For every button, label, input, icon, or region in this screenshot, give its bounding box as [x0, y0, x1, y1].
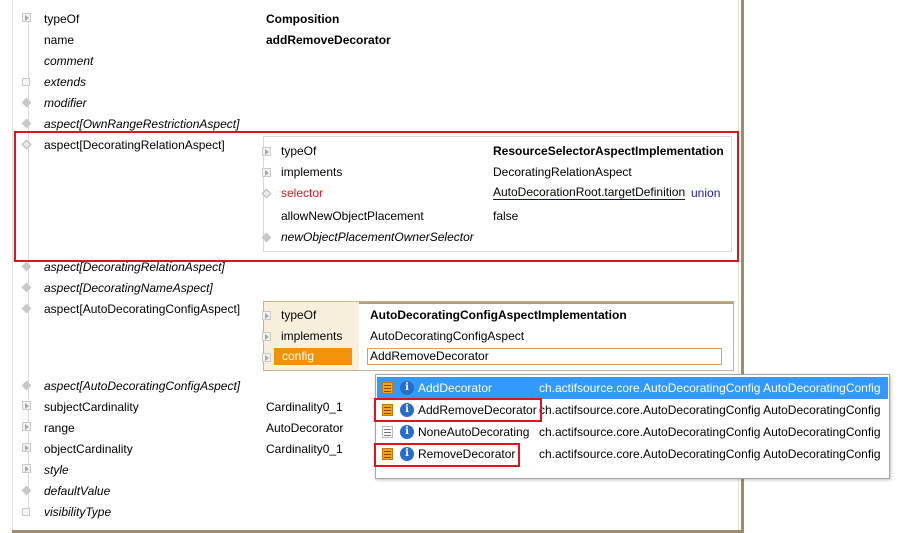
editor-left-border — [12, 0, 13, 533]
panel-row-value[interactable]: AutoDecoratingConfigAspectImplementation — [370, 308, 627, 322]
diamond-icon — [21, 303, 32, 315]
triangle-expand-icon[interactable] — [262, 351, 272, 363]
property-label: comment — [44, 54, 94, 68]
triangle-expand-icon[interactable] — [262, 309, 272, 321]
highlight-box-add-remove-decorator — [374, 398, 542, 422]
highlight-box-remove-decorator — [374, 443, 520, 467]
dropdown-item-path: ch.actifsource.core.AutoDecoratingConfig… — [539, 403, 881, 417]
panel-row-label: implements — [281, 329, 343, 343]
triangle-expand-icon[interactable] — [262, 330, 272, 342]
property-value[interactable]: AutoDecorator — [266, 421, 343, 435]
property-value[interactable]: Composition — [266, 12, 339, 26]
triangle-expand-icon[interactable] — [22, 422, 32, 434]
property-label: style — [44, 463, 69, 477]
diamond-icon — [21, 261, 32, 273]
property-row-aspect-decorating-name[interactable]: aspect[DecoratingNameAspect] — [21, 280, 213, 296]
property-row-name[interactable]: name addRemoveDecorator — [22, 32, 391, 48]
box-icon — [22, 76, 32, 88]
property-label: aspect[AutoDecoratingConfigAspect] — [44, 379, 241, 393]
triangle-expand-icon[interactable] — [22, 464, 32, 476]
property-label: objectCardinality — [44, 442, 133, 456]
property-label: aspect[AutoDecoratingConfigAspect] — [44, 302, 241, 316]
highlight-box-decorating-relation — [14, 131, 739, 262]
property-row-subject-cardinality[interactable]: subjectCardinality Cardinality0_1 — [22, 399, 343, 415]
property-row-extends[interactable]: extends — [22, 74, 86, 90]
panel-row-value[interactable]: AutoDecoratingConfigAspect — [370, 329, 524, 343]
blank-icon — [22, 55, 32, 67]
dropdown-item-name: AddDecorator — [418, 381, 493, 395]
property-label: defaultValue — [44, 484, 111, 498]
diamond-icon — [21, 282, 32, 294]
diamond-icon — [21, 485, 32, 497]
box-icon — [22, 506, 32, 518]
property-value[interactable]: addRemoveDecorator — [266, 33, 391, 47]
dropdown-item-path: ch.actifsource.core.AutoDecoratingConfig… — [539, 381, 881, 395]
property-label: aspect[OwnRangeRestrictionAspect] — [44, 117, 240, 131]
property-row-visibility-type[interactable]: visibilityType — [22, 504, 111, 520]
diamond-icon — [21, 118, 32, 130]
property-label: name — [44, 33, 75, 47]
dropdown-item-add-decorator[interactable]: i AddDecorator ch.actifsource.core.AutoD… — [377, 377, 888, 399]
list-icon — [382, 382, 393, 394]
config-input[interactable]: AddRemoveDecorator — [367, 348, 722, 365]
dropdown-item-path: ch.actifsource.core.AutoDecoratingConfig… — [539, 425, 881, 439]
info-icon: i — [400, 381, 414, 395]
property-label: range — [44, 421, 75, 435]
property-label: typeOf — [44, 12, 80, 26]
diamond-icon — [21, 97, 32, 109]
property-label: subjectCardinality — [44, 400, 139, 414]
panel-row-label: typeOf — [281, 308, 317, 322]
list-icon — [382, 426, 393, 438]
property-row-aspect-auto-decorating-config-2[interactable]: aspect[AutoDecoratingConfigAspect] — [21, 378, 240, 394]
property-row-aspect-auto-decorating-config[interactable]: aspect[AutoDecoratingConfigAspect] — [21, 301, 240, 317]
property-row-typeof[interactable]: typeOf Composition — [22, 11, 339, 27]
property-label: aspect[DecoratingNameAspect] — [44, 281, 213, 295]
diamond-icon — [21, 380, 32, 392]
blank-icon — [22, 34, 32, 46]
property-label: extends — [44, 75, 87, 89]
triangle-expand-icon[interactable] — [22, 443, 32, 455]
property-row-comment[interactable]: comment — [22, 53, 93, 69]
dropdown-item-path: ch.actifsource.core.AutoDecoratingConfig… — [539, 447, 881, 461]
property-row-aspect-decorating-relation-2[interactable]: aspect[DecoratingRelationAspect] — [21, 259, 225, 275]
property-label: aspect[DecoratingRelationAspect] — [44, 260, 225, 274]
property-label: visibilityType — [44, 505, 112, 519]
property-row-object-cardinality[interactable]: objectCardinality Cardinality0_1 — [22, 441, 343, 457]
property-row-aspect-own-range[interactable]: aspect[OwnRangeRestrictionAspect] — [21, 116, 239, 132]
property-value[interactable]: Cardinality0_1 — [266, 400, 343, 414]
property-value[interactable]: Cardinality0_1 — [266, 442, 343, 456]
info-icon: i — [400, 425, 414, 439]
triangle-expand-icon[interactable] — [22, 401, 32, 413]
property-row-range[interactable]: range AutoDecorator — [22, 420, 343, 436]
triangle-expand-icon[interactable] — [22, 13, 32, 25]
property-row-modifier[interactable]: modifier — [21, 95, 87, 111]
property-label: modifier — [44, 96, 87, 110]
dropdown-item-name: NoneAutoDecorating — [418, 425, 530, 439]
config-label: config — [274, 348, 352, 365]
dropdown-item-none-auto-decorating[interactable]: i NoneAutoDecorating ch.actifsource.core… — [377, 421, 888, 443]
property-row-style[interactable]: style — [22, 462, 69, 478]
property-row-default-value[interactable]: defaultValue — [21, 483, 110, 499]
